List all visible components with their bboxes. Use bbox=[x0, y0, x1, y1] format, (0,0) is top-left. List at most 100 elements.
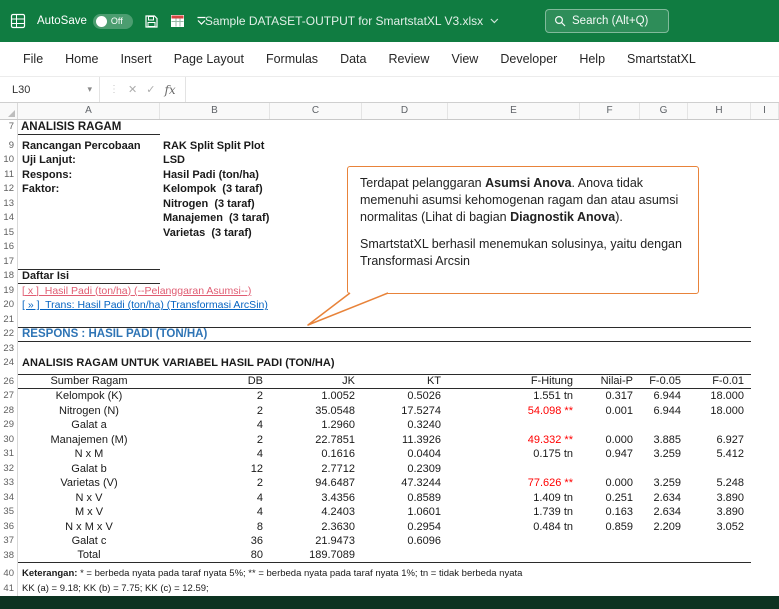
row-header[interactable]: 13 bbox=[0, 197, 17, 212]
jk-cell: 1.0052 bbox=[321, 390, 355, 403]
row-header[interactable]: 40 bbox=[0, 567, 17, 582]
row-header[interactable]: 29 bbox=[0, 418, 17, 433]
select-all-corner[interactable] bbox=[0, 103, 18, 119]
column-header-i[interactable]: I bbox=[751, 103, 779, 119]
kt-cell: 1.0601 bbox=[407, 506, 441, 519]
f005-cell: 3.885 bbox=[653, 433, 681, 446]
kt-cell: 0.2954 bbox=[407, 520, 441, 533]
column-header-f[interactable]: F bbox=[580, 103, 640, 119]
column-header-g[interactable]: G bbox=[640, 103, 688, 119]
menu-tab[interactable]: Review bbox=[377, 52, 440, 66]
f005-cell: 3.259 bbox=[653, 477, 681, 490]
row-header[interactable]: 22 bbox=[0, 327, 17, 342]
row-header[interactable]: 35 bbox=[0, 505, 17, 520]
name-box-chevron-icon[interactable]: ▾ bbox=[87, 84, 92, 95]
f005-cell: 2.209 bbox=[653, 520, 681, 533]
row-header[interactable]: 18 bbox=[0, 269, 17, 284]
search-placeholder: Search (Alt+Q) bbox=[572, 15, 649, 27]
row-header[interactable]: 15 bbox=[0, 226, 17, 241]
row-header[interactable]: 36 bbox=[0, 520, 17, 535]
window-title[interactable]: Sample DATASET-OUTPUT for SmartstatXL V3… bbox=[205, 0, 499, 42]
autosave-state: Off bbox=[110, 15, 123, 26]
source-cell: Varietas (V) bbox=[60, 477, 118, 490]
info-value: Kelompok (3 taraf) bbox=[163, 183, 263, 196]
source-cell: Galat b bbox=[71, 462, 107, 475]
row-header[interactable]: 14 bbox=[0, 211, 17, 226]
analisis-ragam-title-row: ANALISIS RAGAM bbox=[18, 120, 779, 135]
autosave-toggle[interactable]: AutoSave Off bbox=[37, 13, 133, 29]
column-header-e[interactable]: E bbox=[448, 103, 580, 119]
row-header[interactable]: 37 bbox=[0, 534, 17, 549]
row-header[interactable]: 21 bbox=[0, 313, 17, 328]
row-header[interactable]: 34 bbox=[0, 491, 17, 506]
menu-tab[interactable]: Page Layout bbox=[163, 52, 255, 66]
empty-row bbox=[18, 313, 779, 328]
row-header[interactable]: 17 bbox=[0, 255, 17, 270]
row-header[interactable]: 26 bbox=[0, 375, 17, 390]
row-header[interactable]: 31 bbox=[0, 447, 17, 462]
col-header-kt: KT bbox=[426, 375, 441, 388]
menu-tab[interactable]: File bbox=[12, 52, 54, 66]
name-box[interactable]: L30 ▾ bbox=[0, 77, 100, 102]
workbook-icon[interactable] bbox=[170, 14, 185, 28]
chevron-down-icon bbox=[490, 18, 499, 24]
row-header[interactable]: 11 bbox=[0, 168, 17, 183]
menu-tab[interactable]: Developer bbox=[489, 52, 568, 66]
jk-cell: 4.2403 bbox=[321, 506, 355, 519]
row-header[interactable]: 19 bbox=[0, 284, 17, 299]
column-header-c[interactable]: C bbox=[270, 103, 362, 119]
excel-app-icon[interactable] bbox=[10, 13, 26, 29]
menu-tab[interactable]: Data bbox=[329, 52, 377, 66]
col-header-f001: F-0.01 bbox=[712, 375, 744, 388]
row-header[interactable]: 33 bbox=[0, 476, 17, 491]
autosave-switch[interactable]: Off bbox=[92, 13, 133, 29]
row-header[interactable]: 23 bbox=[0, 342, 17, 357]
cancel-icon[interactable]: ✕ bbox=[128, 83, 137, 96]
save-button[interactable] bbox=[144, 14, 159, 29]
toc-link[interactable]: [ x ] Hasil Padi (ton/ha) (--Pelanggaran… bbox=[18, 284, 251, 298]
column-header-h[interactable]: H bbox=[688, 103, 751, 119]
row-header[interactable]: 28 bbox=[0, 404, 17, 419]
anova-table-row: N x M x V 8 2.3630 0.2954 0.484 tn 0.859… bbox=[18, 520, 779, 535]
nilai-p-cell: 0.163 bbox=[605, 506, 633, 519]
jk-cell: 21.9473 bbox=[315, 535, 355, 548]
row-header[interactable]: 41 bbox=[0, 582, 17, 597]
menu-tab[interactable]: Help bbox=[568, 52, 616, 66]
enter-icon[interactable]: ✓ bbox=[146, 83, 155, 96]
search-box[interactable]: Search (Alt+Q) bbox=[545, 9, 669, 33]
row-header[interactable]: 32 bbox=[0, 462, 17, 477]
f005-cell: 2.634 bbox=[653, 506, 681, 519]
anova-header-row: Sumber Ragam DB JK KT F-Hitung Nilai-P F… bbox=[18, 375, 779, 389]
toc-link[interactable]: [ » ] Trans: Hasil Padi (ton/ha) (Transf… bbox=[18, 298, 268, 312]
column-header-a[interactable]: A bbox=[18, 103, 160, 119]
anova-table-row: Galat a 4 1.2960 0.3240 bbox=[18, 418, 779, 433]
column-header-b[interactable]: B bbox=[160, 103, 270, 119]
menu-tab[interactable]: Insert bbox=[110, 52, 163, 66]
row-header[interactable]: 30 bbox=[0, 433, 17, 448]
row-header[interactable]: 24 bbox=[0, 356, 17, 371]
db-cell: 2 bbox=[256, 390, 263, 403]
insert-function-button[interactable]: fx bbox=[164, 83, 175, 97]
menu-tab[interactable]: View bbox=[440, 52, 489, 66]
nilai-p-cell: 0.317 bbox=[605, 390, 633, 403]
column-header-d[interactable]: D bbox=[362, 103, 448, 119]
jk-cell: 0.1616 bbox=[321, 448, 355, 461]
db-cell: 80 bbox=[250, 549, 263, 562]
menu-tab[interactable]: Formulas bbox=[255, 52, 329, 66]
source-cell: Kelompok (K) bbox=[55, 390, 123, 403]
drag-handle-icon: ⋮ bbox=[109, 84, 119, 95]
menu-tab[interactable]: Home bbox=[54, 52, 109, 66]
row-header[interactable]: 10 bbox=[0, 153, 17, 168]
formula-input[interactable] bbox=[185, 77, 779, 102]
row-header[interactable]: 9 bbox=[0, 139, 17, 154]
menu-tab[interactable]: SmartstatXL bbox=[616, 52, 707, 66]
info-value: RAK Split Split Plot bbox=[163, 139, 265, 152]
row-header[interactable]: 20 bbox=[0, 298, 17, 313]
row-header[interactable]: 38 bbox=[0, 549, 17, 564]
f005-cell: 3.259 bbox=[653, 448, 681, 461]
f001-cell: 18.000 bbox=[710, 390, 744, 403]
row-header[interactable]: 27 bbox=[0, 389, 17, 404]
row-header[interactable]: 7 bbox=[0, 120, 17, 135]
row-header[interactable]: 16 bbox=[0, 240, 17, 255]
row-header[interactable]: 12 bbox=[0, 182, 17, 197]
